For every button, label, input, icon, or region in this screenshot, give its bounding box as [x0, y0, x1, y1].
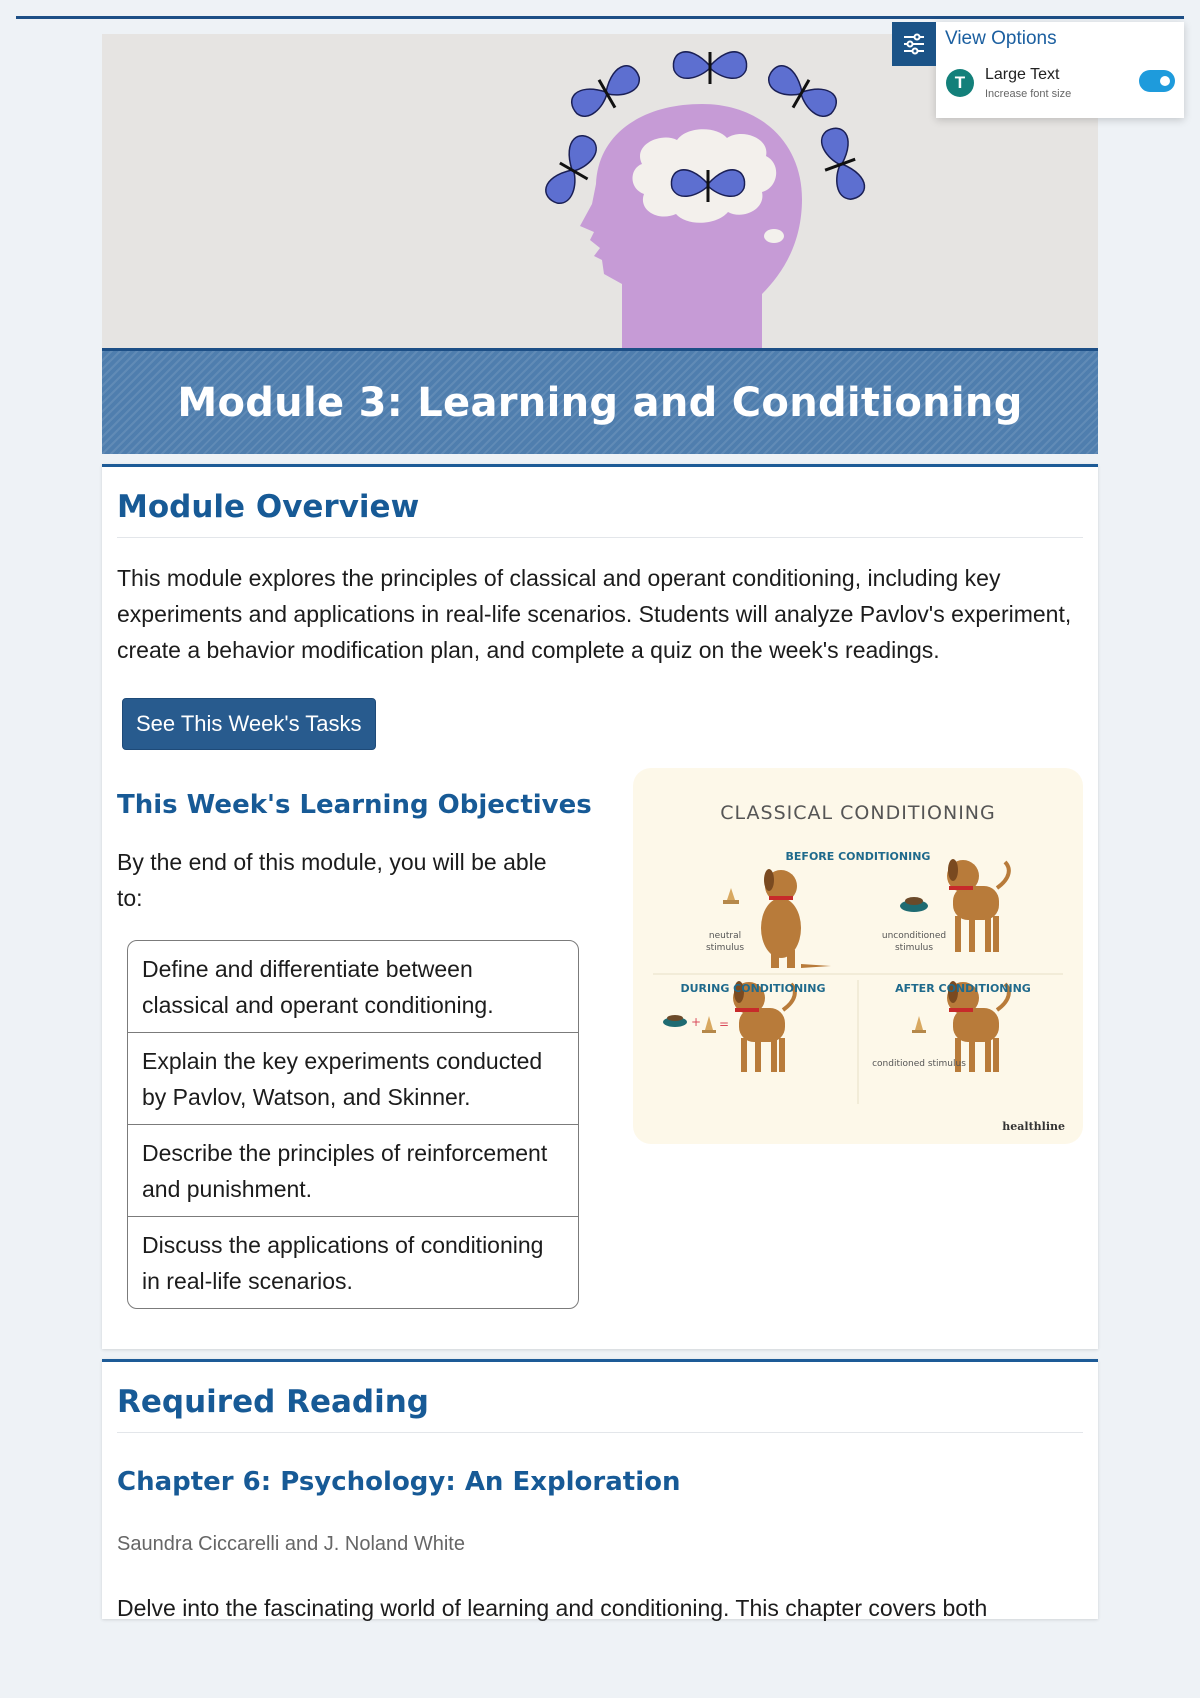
objectives-column: This Week's Learning Objectives By the e…	[117, 790, 595, 1309]
reading-heading: Required Reading	[117, 1380, 1083, 1433]
objectives-intro: By the end of this module, you will be a…	[117, 849, 547, 911]
objective-item: Define and differentiate between classic…	[142, 956, 494, 1018]
objectives-section: This Week's Learning Objectives By the e…	[117, 768, 1083, 1309]
view-options-title[interactable]: View Options	[945, 28, 1057, 50]
module-page: Module 3: Learning and Conditioning Modu…	[102, 34, 1098, 1621]
objective-item: Discuss the applications of conditioning…	[128, 1216, 578, 1308]
diagram-title: CLASSICAL CONDITIONING	[720, 802, 996, 824]
svg-text:+: +	[691, 1015, 701, 1029]
overview-text: This module explores the principles of c…	[117, 565, 1072, 663]
large-text-description: Increase font size	[985, 88, 1072, 100]
reading-description: Delve into the fascinating world of lear…	[117, 1595, 988, 1621]
before-conditioning-label: BEFORE CONDITIONING	[785, 850, 931, 863]
see-tasks-button[interactable]: See This Week's Tasks	[122, 698, 376, 750]
chapter-title: Chapter 6: Psychology: An Exploration	[117, 1467, 681, 1497]
objectives-list: Define and differentiate between classic…	[127, 940, 579, 1309]
classical-conditioning-diagram: + = CLASSICAL CONDITIONING BEFORE CONDIT	[633, 768, 1083, 1144]
top-rule	[16, 16, 1184, 19]
module-title: Module 3: Learning and Conditioning	[177, 379, 1023, 426]
healthline-logo: healthline	[1002, 1120, 1065, 1133]
objectives-heading: This Week's Learning Objectives	[117, 790, 592, 820]
module-title-banner: Module 3: Learning and Conditioning	[102, 348, 1098, 454]
overview-card: Module Overview This module explores the…	[102, 464, 1098, 1349]
sliders-icon[interactable]	[892, 22, 936, 66]
during-conditioning-label: DURING CONDITIONING	[680, 982, 826, 995]
chapter-authors: Saundra Ciccarelli and J. Noland White	[117, 1533, 465, 1555]
conditioned-stimulus-label: conditioned stimulus	[872, 1059, 966, 1069]
objective-item: Describe the principles of reinforcement…	[128, 1124, 578, 1216]
neutral-stimulus-label: neutral stimulus	[705, 931, 745, 953]
unconditioned-stimulus-label: unconditioned stimulus	[881, 931, 947, 953]
after-conditioning-label: AFTER CONDITIONING	[895, 982, 1031, 995]
required-reading-card: Required Reading Chapter 6: Psychology: …	[102, 1359, 1098, 1621]
diagram-column: + = CLASSICAL CONDITIONING BEFORE CONDIT	[633, 768, 1083, 1309]
svg-text:=: =	[719, 1017, 729, 1031]
text-size-icon: T	[946, 69, 974, 97]
objective-item: Explain the key experiments conducted by…	[128, 1032, 578, 1124]
large-text-toggle[interactable]	[1139, 70, 1175, 92]
overview-heading: Module Overview	[117, 485, 1083, 538]
large-text-label: Large Text	[985, 66, 1060, 83]
view-options-panel: View Options T Large Text Increase font …	[892, 22, 1184, 118]
